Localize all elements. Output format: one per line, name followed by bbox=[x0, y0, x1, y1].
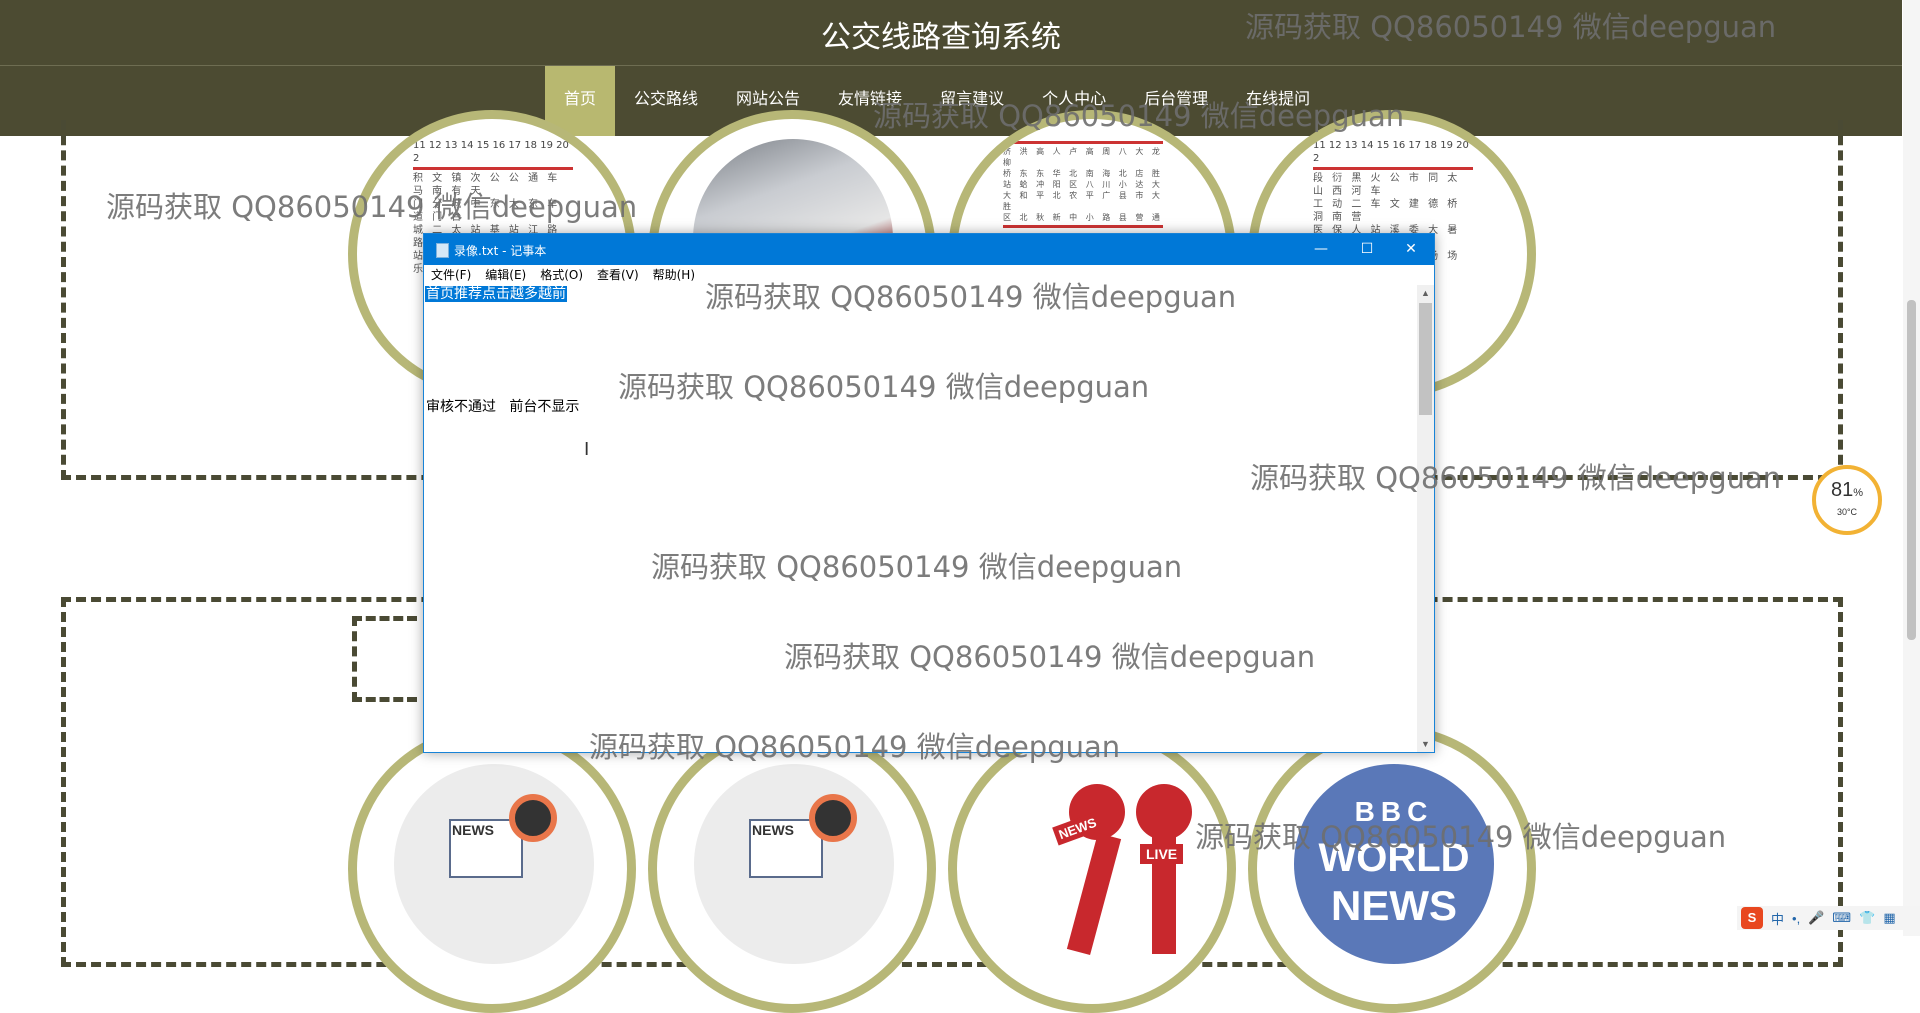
menu-view[interactable]: 查看(V) bbox=[590, 265, 646, 285]
selected-text: 首页推荐点击越多越前 bbox=[425, 286, 567, 302]
text-line: 审核不通过 前台不显示 bbox=[426, 399, 580, 415]
notepad-scrollbar-thumb[interactable] bbox=[1419, 303, 1432, 415]
notepad-text-area[interactable]: 首页推荐点击越多越前 审核不通过 前台不显示 I bbox=[424, 285, 1416, 752]
notepad-window: 录像.txt - 记事本 — ☐ ✕ 文件(F) 编辑(E) 格式(O) 查看(… bbox=[423, 233, 1435, 753]
close-button[interactable]: ✕ bbox=[1388, 234, 1434, 265]
news-live-microphone: NEWS LIVE bbox=[994, 764, 1194, 964]
microphone-icon[interactable]: 🎤 bbox=[1808, 910, 1824, 926]
card-news-2[interactable]: NEWS bbox=[648, 725, 936, 1013]
scroll-up-arrow-icon[interactable]: ▲ bbox=[1417, 285, 1434, 301]
card-news-live[interactable]: NEWS LIVE bbox=[948, 725, 1236, 1013]
maximize-button[interactable]: ☐ bbox=[1344, 234, 1390, 265]
notepad-icon bbox=[436, 243, 449, 258]
menu-format[interactable]: 格式(O) bbox=[533, 265, 590, 285]
notepad-scrollbar[interactable]: ▲ ▼ bbox=[1417, 285, 1434, 752]
sogou-logo-icon[interactable]: S bbox=[1741, 907, 1763, 929]
site-header: 公交线路查询系统 bbox=[0, 0, 1902, 65]
ime-toolbar[interactable]: S 中 •, 🎤 ⌨ 👕 ▦ bbox=[1737, 906, 1920, 930]
card-bbc-world-news[interactable]: BBC WORLD NEWS bbox=[1248, 725, 1536, 1013]
news-illustration: NEWS bbox=[694, 764, 894, 964]
site-title: 公交线路查询系统 bbox=[821, 20, 1061, 55]
menu-edit[interactable]: 编辑(E) bbox=[478, 265, 533, 285]
bbc-world-news-logo: BBC WORLD NEWS bbox=[1294, 764, 1494, 964]
menu-file[interactable]: 文件(F) bbox=[424, 265, 478, 285]
page-scrollbar[interactable] bbox=[1903, 0, 1920, 936]
text-cursor-icon: I bbox=[584, 439, 590, 460]
keyboard-icon[interactable]: ⌨ bbox=[1832, 910, 1851, 926]
performance-gauge[interactable]: 81% 30°C bbox=[1812, 465, 1882, 535]
section-label-box bbox=[352, 616, 417, 702]
scroll-down-arrow-icon[interactable]: ▼ bbox=[1417, 736, 1434, 752]
minimize-button[interactable]: — bbox=[1298, 234, 1344, 265]
notepad-titlebar[interactable]: 录像.txt - 记事本 — ☐ ✕ bbox=[424, 234, 1434, 265]
notepad-title: 录像.txt - 记事本 bbox=[454, 244, 547, 258]
gauge-value: 81 bbox=[1830, 479, 1854, 501]
grid-icon[interactable]: ▦ bbox=[1883, 910, 1895, 926]
card-news-1[interactable]: NEWS bbox=[348, 725, 636, 1013]
skin-icon[interactable]: 👕 bbox=[1859, 910, 1875, 926]
menu-help[interactable]: 帮助(H) bbox=[646, 265, 702, 285]
page-scrollbar-thumb[interactable] bbox=[1907, 300, 1916, 640]
ime-mode[interactable]: 中 bbox=[1771, 909, 1784, 928]
ime-punctuation[interactable]: •, bbox=[1792, 911, 1800, 926]
gauge-unit: % bbox=[1853, 487, 1864, 499]
notepad-menubar: 文件(F) 编辑(E) 格式(O) 查看(V) 帮助(H) bbox=[424, 265, 1434, 285]
news-illustration: NEWS bbox=[394, 764, 594, 964]
gauge-temperature: 30°C bbox=[1836, 507, 1858, 517]
